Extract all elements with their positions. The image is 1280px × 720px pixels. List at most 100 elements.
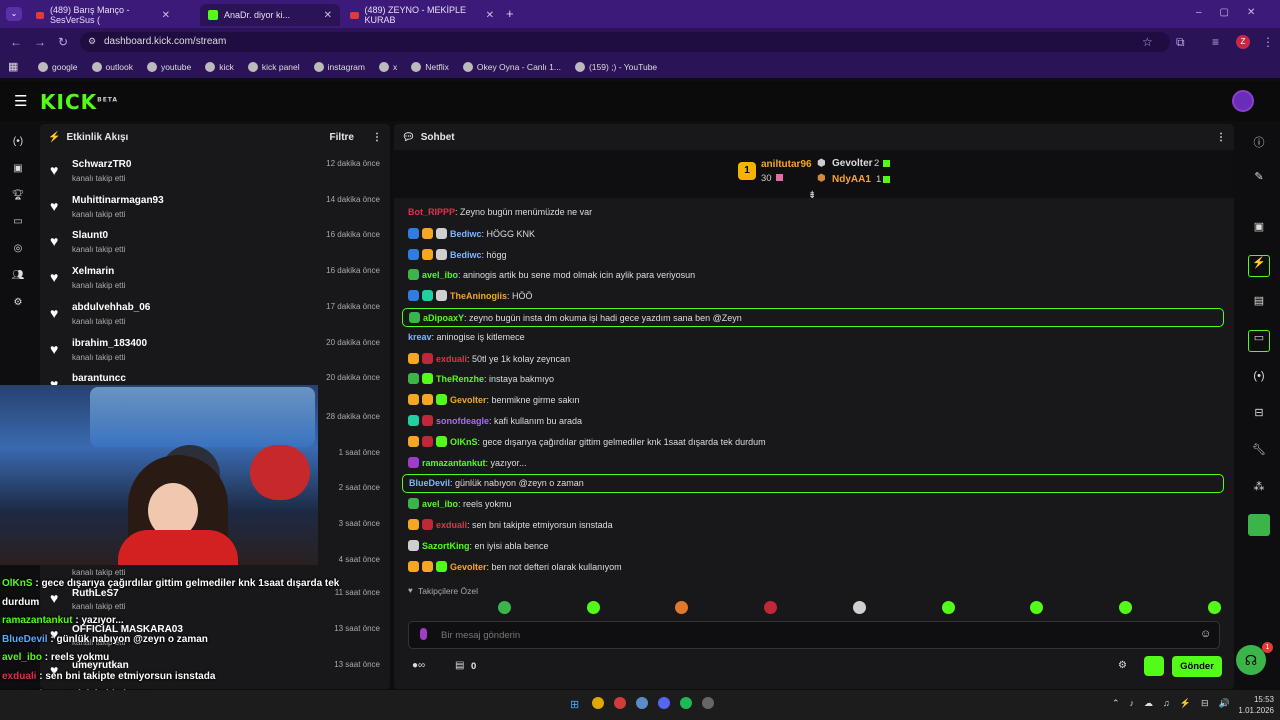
collapse-icon[interactable]: ⇟ bbox=[808, 190, 816, 201]
chat-username[interactable]: exduali bbox=[436, 520, 467, 530]
chat-message[interactable]: exduali: sen bni takipte etmiyorsun isns… bbox=[402, 516, 1224, 535]
moderation-icon[interactable]: ⊟ bbox=[1250, 406, 1268, 424]
chat-username[interactable]: BlueDevil bbox=[409, 478, 450, 488]
chat-message[interactable]: Bot_RIPPP: Zeyno bugün menümüzde ne var bbox=[402, 204, 1224, 223]
menu-icon[interactable]: ⋮ bbox=[1262, 35, 1274, 49]
feed-username[interactable]: abdulvehhab_06 bbox=[72, 302, 150, 313]
back-icon[interactable]: ← bbox=[10, 35, 22, 49]
notes-icon[interactable]: ▤ bbox=[1250, 294, 1268, 312]
tray-icons[interactable]: ⌃♪☁♫⚡⊟🔊 bbox=[1112, 698, 1240, 709]
tools-icon[interactable]: 🔧︎ bbox=[1250, 443, 1268, 461]
feed-username[interactable]: RuthLeS7 bbox=[72, 588, 119, 599]
feed-username[interactable]: Muhittinarmagan93 bbox=[72, 195, 164, 206]
settings-icon[interactable]: ⚙ bbox=[10, 297, 26, 313]
bookmark-item[interactable]: Okey Oyna - Canlı 1... bbox=[462, 62, 561, 72]
discord-icon[interactable] bbox=[658, 697, 670, 709]
chrome-icon[interactable] bbox=[592, 697, 604, 709]
spotify-icon[interactable] bbox=[680, 697, 692, 709]
emote-icon[interactable] bbox=[941, 601, 955, 614]
chat-toggle-icon[interactable]: ▭ bbox=[1248, 330, 1270, 352]
kick-app-icon[interactable] bbox=[1248, 514, 1270, 536]
feed-username[interactable]: barantuncc bbox=[72, 373, 126, 384]
emote-icon[interactable] bbox=[1118, 601, 1132, 614]
chat-username[interactable]: kreav bbox=[408, 332, 432, 342]
profile-avatar[interactable]: Z bbox=[1236, 35, 1250, 49]
chrome-profile-icon[interactable] bbox=[614, 697, 626, 709]
chat-username[interactable]: exduali bbox=[436, 354, 467, 364]
bookmark-item[interactable]: kick bbox=[205, 62, 234, 72]
quick-actions-icon[interactable]: ⚡ bbox=[1248, 255, 1270, 277]
chat-username[interactable]: aDipoaxY bbox=[423, 313, 464, 323]
close-tab-icon[interactable]: ✕ bbox=[324, 10, 332, 21]
chat-message[interactable]: Gevolter: ben not defteri olarak kullanı… bbox=[402, 558, 1224, 577]
store-icon[interactable]: ▤ bbox=[455, 660, 464, 671]
chat-username[interactable]: TheAninogiis bbox=[450, 291, 507, 301]
new-tab-button[interactable]: + bbox=[506, 6, 514, 21]
chat-message[interactable]: ramazantankut: yazıyor... bbox=[402, 454, 1224, 473]
extensions-icon[interactable]: ⧉ bbox=[1176, 35, 1185, 50]
chat-message[interactable]: TheAninogiis: HÖÖ bbox=[402, 287, 1224, 306]
dashboard-icon[interactable]: ▣ bbox=[10, 163, 26, 179]
emote-icon[interactable] bbox=[764, 601, 778, 614]
chat-username[interactable]: TheRenzhe bbox=[436, 374, 484, 384]
chat-menu-icon[interactable]: ⋮ bbox=[1216, 132, 1226, 143]
filter-button[interactable]: Filtre bbox=[330, 132, 354, 143]
hamburger-icon[interactable]: ☰ bbox=[14, 92, 27, 110]
chat-username[interactable]: Bot_RIPPP bbox=[408, 207, 455, 217]
chat-message[interactable]: avel_ibo: reels yokmu bbox=[402, 495, 1224, 514]
tab-search-button[interactable]: ⌄ bbox=[6, 7, 22, 21]
close-tab-icon[interactable]: ✕ bbox=[162, 10, 170, 21]
emote-icon[interactable] bbox=[586, 601, 600, 614]
chat-message[interactable]: kreav: aninogise iş kitlemece bbox=[402, 329, 1224, 348]
browser-tab[interactable]: (489) Barış Manço - SesVerSus (✕ bbox=[28, 4, 178, 26]
chat-message[interactable]: aDipoaxY: zeyno bugün insta dm okuma işi… bbox=[402, 308, 1224, 327]
feed-username[interactable]: Xelmarin bbox=[72, 266, 114, 277]
feed-item[interactable]: ♥ abdulvehhab_06 kanalı takip etti 17 dakik… bbox=[48, 299, 384, 333]
chat-username[interactable]: ramazantankut bbox=[422, 458, 486, 468]
kick-emote-button[interactable] bbox=[1144, 656, 1164, 676]
forward-icon[interactable]: → bbox=[34, 35, 46, 49]
emote-icon[interactable] bbox=[852, 601, 866, 614]
edit-icon[interactable]: ✎ bbox=[1250, 170, 1268, 188]
window-controls[interactable]: –▢✕ bbox=[1196, 7, 1273, 18]
feed-item[interactable]: ♥ Muhittinarmagan93 kanalı takip etti 14 da… bbox=[48, 192, 384, 226]
chat-username[interactable]: SazortKing bbox=[422, 541, 470, 551]
bookmark-item[interactable]: kick panel bbox=[247, 62, 300, 72]
emote-icon[interactable] bbox=[1207, 601, 1221, 614]
apps-grid-icon[interactable]: ▦ bbox=[8, 60, 18, 73]
chat-message[interactable]: sonofdeagle: kafi kullanım bu arada bbox=[402, 412, 1224, 431]
emote-icon[interactable] bbox=[498, 601, 511, 614]
camera-icon[interactable]: ▭ bbox=[10, 216, 26, 232]
chat-message[interactable]: OlKnS: gece dışarıya çağırdılar gittim g… bbox=[402, 433, 1224, 452]
url-input[interactable]: dashboard.kick.com/stream bbox=[80, 32, 1170, 52]
chat-message[interactable]: BlueDevil: günlük nabıyon @zeyn o zaman bbox=[402, 474, 1224, 494]
media-icon[interactable]: ≡ bbox=[1212, 35, 1219, 49]
chat-message[interactable]: TheRenzhe: instaya bakmıyo bbox=[402, 370, 1224, 389]
feed-item[interactable]: ♥ Slaunt0 kanalı takip etti 16 dakika önce bbox=[48, 227, 384, 261]
chat-input[interactable]: Bir mesaj gönderin bbox=[408, 621, 1220, 649]
stream-icon[interactable]: (•) bbox=[10, 136, 26, 152]
points-icon[interactable]: ●∞ bbox=[412, 660, 425, 671]
chat-settings-icon[interactable]: ⚙ bbox=[1118, 660, 1127, 671]
bookmark-item[interactable]: outlook bbox=[91, 62, 133, 72]
chat-message[interactable]: exduali: 50tl ye 1k kolay zeyncan bbox=[402, 350, 1224, 369]
close-tab-icon[interactable]: ✕ bbox=[486, 10, 494, 21]
bookmark-item[interactable]: x bbox=[378, 62, 397, 72]
user-avatar[interactable] bbox=[1232, 90, 1254, 112]
chat-message[interactable]: Gevolter: benmikne girme sakın bbox=[402, 391, 1224, 410]
mic-icon[interactable] bbox=[420, 628, 427, 640]
feed-item[interactable]: ♥ ibrahim_183400 kanalı takip etti 20 dakik… bbox=[48, 335, 384, 369]
leader-2-name[interactable]: Gevolter bbox=[832, 158, 873, 169]
target-icon[interactable]: ◎ bbox=[10, 243, 26, 259]
chat-username[interactable]: avel_ibo bbox=[422, 270, 458, 280]
send-button[interactable]: Gönder bbox=[1172, 656, 1222, 677]
chat-username[interactable]: Bediwc bbox=[450, 229, 482, 239]
steam-icon[interactable] bbox=[636, 697, 648, 709]
feed-menu-icon[interactable]: ⋮ bbox=[372, 132, 382, 143]
kick-logo[interactable]: KICKBETA bbox=[40, 90, 118, 114]
leader-3-name[interactable]: NdyAA1 bbox=[832, 174, 871, 185]
feed-item[interactable]: ♥ Xelmarin kanalı takip etti 16 dakika önce bbox=[48, 263, 384, 297]
chat-message[interactable]: SazortKing: en iyisi abla bence bbox=[402, 537, 1224, 556]
bookmark-item[interactable]: google bbox=[38, 62, 78, 72]
trophy-icon[interactable]: 🏆︎ bbox=[10, 190, 26, 206]
